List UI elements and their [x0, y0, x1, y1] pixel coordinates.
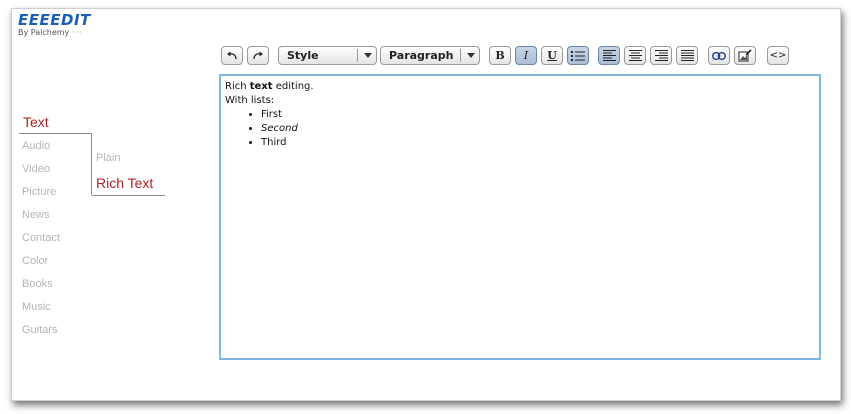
nav-item-books[interactable]: Books: [22, 278, 53, 290]
align-right-icon: [654, 50, 668, 61]
editor-bullet-list: First Second Third: [225, 108, 815, 150]
nav-item-contact[interactable]: Contact: [22, 232, 60, 244]
list-item: Second: [261, 122, 815, 136]
bullet-list-button[interactable]: [567, 46, 589, 65]
nav-submenu-divider: [91, 133, 92, 195]
nav-item-text[interactable]: Text: [23, 114, 49, 130]
bullet-list-icon: [571, 50, 585, 61]
format-dropdown-separator: [460, 49, 461, 62]
align-center-button[interactable]: [624, 46, 646, 65]
align-center-icon: [628, 50, 642, 61]
align-left-button[interactable]: [598, 46, 620, 65]
list-item: First: [261, 108, 815, 122]
format-dropdown[interactable]: Paragraph: [380, 46, 480, 65]
byline-dots: ···: [72, 28, 83, 37]
align-right-button[interactable]: [650, 46, 672, 65]
nav-item-guitars[interactable]: Guitars: [22, 324, 57, 336]
nav-item-picture[interactable]: Picture: [22, 186, 56, 198]
italic-button[interactable]: I: [515, 46, 537, 65]
nav-item-audio[interactable]: Audio: [22, 140, 50, 152]
nav-item-color[interactable]: Color: [22, 255, 48, 267]
editor-line-2: With lists:: [225, 95, 275, 106]
link-icon: [712, 51, 726, 60]
list-item: Third: [261, 136, 815, 150]
list-item-italic-text: Second: [261, 123, 298, 134]
nav-item-video[interactable]: Video: [22, 163, 50, 175]
bold-button[interactable]: B: [489, 46, 511, 65]
subnav-item-plain[interactable]: Plain: [96, 152, 120, 164]
subnav-item-rich-text[interactable]: Rich Text: [96, 175, 153, 191]
byline-text: By Palchemy: [18, 28, 70, 37]
rich-text-editor[interactable]: Rich text editing. With lists: First Sec…: [219, 74, 821, 360]
style-dropdown-separator: [357, 49, 358, 62]
app-logo-title: EEEEDIT: [18, 11, 91, 29]
insert-image-button[interactable]: [734, 46, 756, 65]
undo-button[interactable]: [221, 46, 243, 65]
editor-line-1: Rich text editing.: [225, 80, 815, 94]
style-dropdown-value: Style: [287, 49, 319, 62]
align-justify-button[interactable]: [676, 46, 698, 65]
undo-icon: [227, 51, 237, 59]
source-code-button[interactable]: <>: [767, 46, 789, 65]
editor-text: Rich: [225, 81, 250, 92]
underline-button[interactable]: U: [541, 46, 563, 65]
format-dropdown-value: Paragraph: [389, 49, 454, 62]
nav-item-music[interactable]: Music: [22, 301, 51, 313]
app-byline: By Palchemy ···: [18, 28, 83, 37]
align-left-icon: [602, 50, 616, 61]
chevron-down-icon: [467, 53, 475, 58]
chevron-down-icon: [364, 53, 372, 58]
nav-active-underline: [19, 133, 92, 134]
subnav-active-underline: [92, 195, 165, 196]
editor-bold-text: text: [249, 81, 273, 92]
insert-link-button[interactable]: [708, 46, 730, 65]
nav-item-news[interactable]: News: [22, 209, 50, 221]
align-justify-icon: [680, 50, 694, 61]
redo-button[interactable]: [247, 46, 269, 65]
style-dropdown[interactable]: Style: [278, 46, 377, 65]
image-edit-icon: [738, 49, 752, 62]
editor-text: editing.: [272, 81, 314, 92]
redo-icon: [253, 51, 263, 59]
